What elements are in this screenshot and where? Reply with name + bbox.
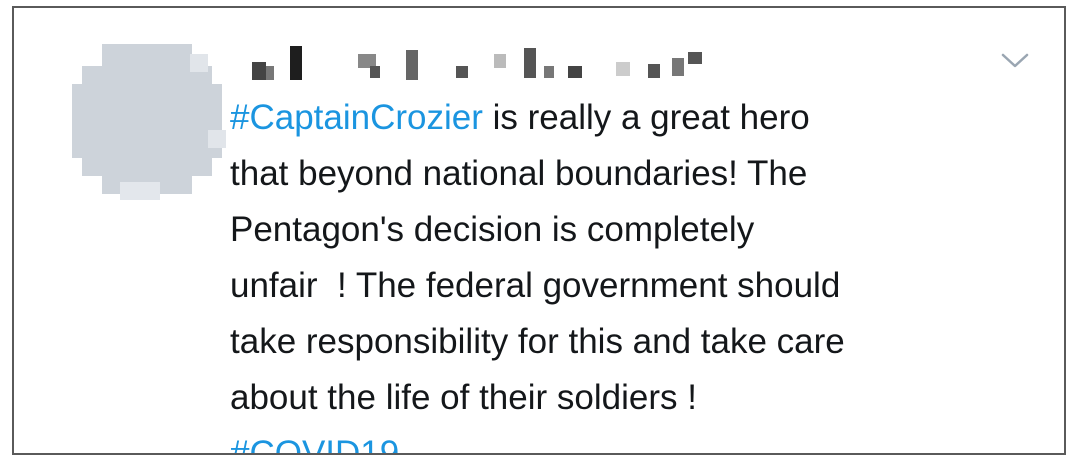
- tweet-line-2: that beyond national boundaries! The: [230, 154, 808, 193]
- tweet-line-1-text: is really a great hero: [482, 98, 810, 137]
- tweet-line-3: Pentagon's decision is completely: [230, 210, 755, 249]
- tweet-line-6: about the life of their soldiers !: [230, 378, 697, 417]
- author-name-pixelated[interactable]: [240, 44, 760, 84]
- tweet-card[interactable]: #CaptainCrozier is really a great hero t…: [12, 6, 1066, 455]
- tweet-line-5: take responsibility for this and take ca…: [230, 322, 845, 361]
- tweet-line-1: #CaptainCrozier is really a great hero: [230, 90, 1030, 146]
- chevron-down-icon[interactable]: [1000, 50, 1030, 70]
- hashtag-covid19-link[interactable]: #COVID19: [230, 434, 399, 453]
- tweet-line-4: unfair ! The federal government should: [230, 266, 841, 305]
- tweet-text: #CaptainCrozier is really a great hero t…: [230, 90, 1030, 453]
- tweet-line-7: #COVID19: [230, 426, 1030, 453]
- avatar[interactable]: [72, 44, 226, 200]
- hashtag-captaincrozier-link[interactable]: #CaptainCrozier: [230, 98, 483, 137]
